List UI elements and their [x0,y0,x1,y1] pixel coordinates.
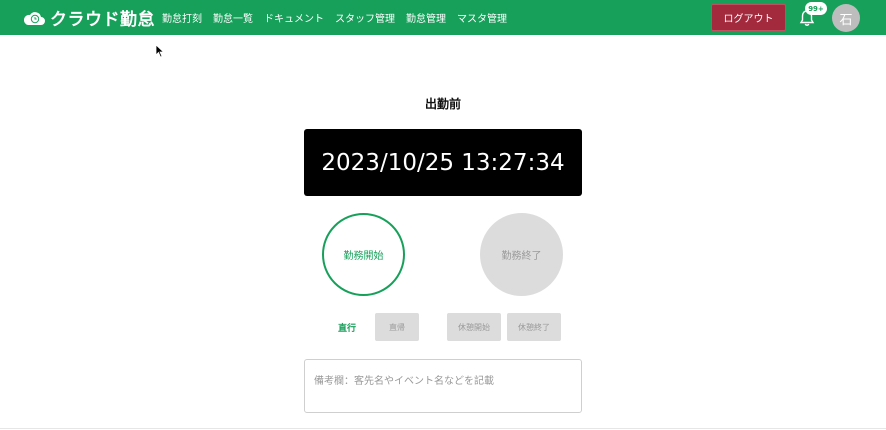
cloud-clock-logo-icon [23,11,45,25]
end-work-button[interactable]: 勤務終了 [480,213,563,296]
nav-master-management[interactable]: マスタ管理 [457,10,507,25]
start-work-button[interactable]: 勤務開始 [322,213,405,296]
notification-badge: 99+ [805,2,827,15]
divider [0,428,886,429]
mouse-cursor-icon [155,44,165,58]
note-field[interactable] [304,359,582,413]
break-end-button[interactable]: 休憩終了 [507,313,561,341]
direct-return-button[interactable]: 直帰 [375,313,419,341]
main-nav: 勤怠打刻 勤怠一覧 ドキュメント スタッフ管理 勤怠管理 マスタ管理 [162,0,507,35]
logout-button[interactable]: ログアウト [711,4,786,31]
nav-staff-management[interactable]: スタッフ管理 [335,10,395,25]
nav-documents[interactable]: ドキュメント [264,10,324,25]
top-navbar: クラウド勤怠 勤怠打刻 勤怠一覧 ドキュメント スタッフ管理 勤怠管理 マスタ管… [0,0,886,35]
nav-punch[interactable]: 勤怠打刻 [162,10,202,25]
nav-attendance-list[interactable]: 勤怠一覧 [213,10,253,25]
avatar[interactable]: 石 [832,4,860,32]
break-start-button[interactable]: 休憩開始 [447,313,501,341]
current-datetime: 2023/10/25 13:27:34 [304,129,582,196]
nav-attendance-management[interactable]: 勤怠管理 [406,10,446,25]
brand-name: クラウド勤怠 [50,10,155,30]
direct-go-toggle[interactable]: 直行 [338,321,356,334]
brand[interactable]: クラウド勤怠 [22,4,155,31]
work-status: 出勤前 [424,97,461,111]
